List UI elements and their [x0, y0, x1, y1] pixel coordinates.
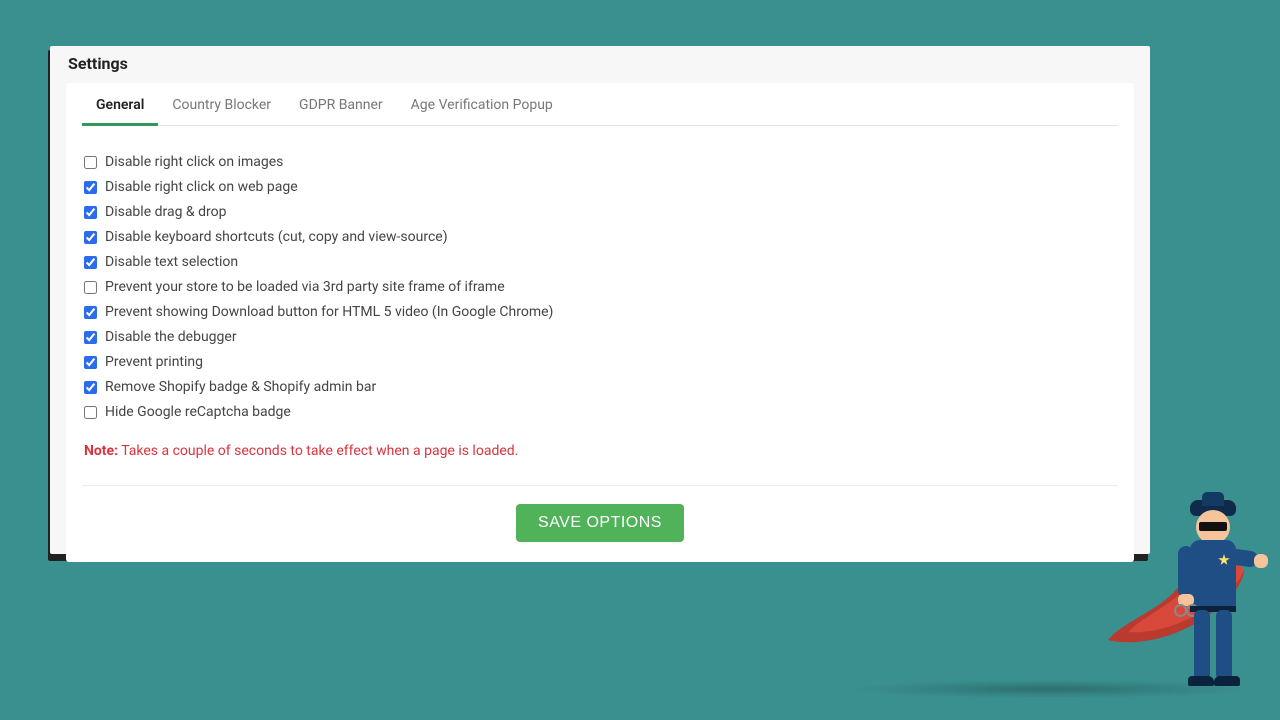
option-row[interactable]: Remove Shopify badge & Shopify admin bar — [84, 375, 1116, 400]
option-row[interactable]: Disable keyboard shortcuts (cut, copy an… — [84, 225, 1116, 250]
option-label: Remove Shopify badge & Shopify admin bar — [105, 377, 376, 398]
option-label: Disable keyboard shortcuts (cut, copy an… — [105, 227, 448, 248]
tab-bar: GeneralCountry BlockerGDPR BannerAge Ver… — [82, 83, 1118, 126]
option-label: Disable right click on images — [105, 152, 283, 173]
option-row[interactable]: Disable right click on web page — [84, 175, 1116, 200]
page-title: Settings — [50, 46, 1150, 75]
note-label: Note: — [84, 443, 118, 459]
tab-country-blocker[interactable]: Country Blocker — [158, 83, 285, 125]
option-row[interactable]: Disable drag & drop — [84, 200, 1116, 225]
option-label: Disable drag & drop — [105, 202, 226, 223]
cape-illustration — [1102, 548, 1262, 688]
tab-general[interactable]: General — [82, 83, 158, 125]
option-row[interactable]: Prevent printing — [84, 350, 1116, 375]
option-label: Prevent showing Download button for HTML… — [105, 302, 553, 323]
tab-age-verification-popup[interactable]: Age Verification Popup — [397, 83, 567, 125]
option-label: Hide Google reCaptcha badge — [105, 402, 291, 423]
option-checkbox[interactable] — [84, 331, 97, 344]
option-checkbox[interactable] — [84, 281, 97, 294]
option-label: Prevent your store to be loaded via 3rd … — [105, 277, 505, 298]
note: Note: Takes a couple of seconds to take … — [82, 433, 1118, 463]
option-label: Disable the debugger — [105, 327, 237, 348]
save-button[interactable]: SAVE OPTIONS — [516, 504, 684, 542]
option-checkbox[interactable] — [84, 181, 97, 194]
option-checkbox[interactable] — [84, 256, 97, 269]
options-list: Disable right click on images Disable rig… — [82, 126, 1118, 433]
option-row[interactable]: Disable text selection — [84, 250, 1116, 275]
option-row[interactable]: Disable right click on images — [84, 150, 1116, 175]
option-label: Disable right click on web page — [105, 177, 298, 198]
save-wrap: SAVE OPTIONS — [82, 486, 1118, 542]
option-checkbox[interactable] — [84, 231, 97, 244]
option-checkbox[interactable] — [84, 381, 97, 394]
tab-gdpr-banner[interactable]: GDPR Banner — [285, 83, 397, 125]
settings-panel: Settings GeneralCountry BlockerGDPR Bann… — [50, 46, 1150, 554]
option-checkbox[interactable] — [84, 306, 97, 319]
option-checkbox[interactable] — [84, 206, 97, 219]
option-label: Prevent printing — [105, 352, 203, 373]
option-row[interactable]: Prevent your store to be loaded via 3rd … — [84, 275, 1116, 300]
settings-card: GeneralCountry BlockerGDPR BannerAge Ver… — [66, 83, 1134, 562]
option-checkbox[interactable] — [84, 406, 97, 419]
option-row[interactable]: Prevent showing Download button for HTML… — [84, 300, 1116, 325]
option-checkbox[interactable] — [84, 356, 97, 369]
option-row[interactable]: Hide Google reCaptcha badge — [84, 400, 1116, 425]
officer-illustration — [1166, 510, 1266, 690]
note-text: Takes a couple of seconds to take effect… — [118, 443, 518, 459]
option-row[interactable]: Disable the debugger — [84, 325, 1116, 350]
character-shadow — [850, 680, 1250, 698]
option-checkbox[interactable] — [84, 156, 97, 169]
option-label: Disable text selection — [105, 252, 238, 273]
